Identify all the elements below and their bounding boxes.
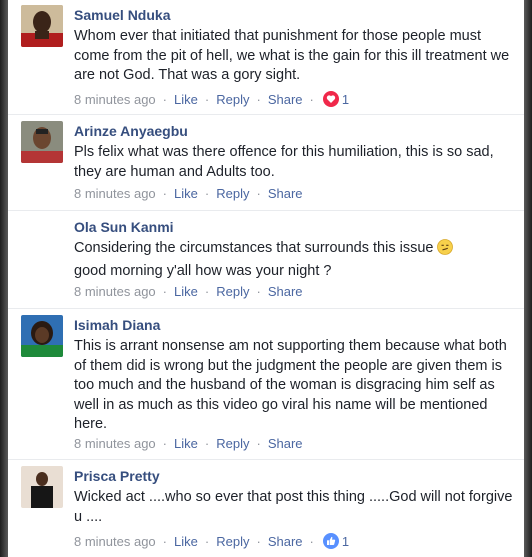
reply-link[interactable]: Reply — [216, 92, 249, 107]
comment-actions: 8 minutes ago · Like · Reply · Share · 1 — [74, 533, 349, 549]
separator: · — [256, 436, 261, 451]
avatar-image — [21, 5, 63, 47]
thumbs-up-icon — [322, 533, 339, 549]
like-link[interactable]: Like — [174, 92, 198, 107]
comment-actions: 8 minutes ago · Like · Reply · Share · 1 — [74, 91, 349, 107]
comment-text-line-2: good morning y'all how was your night ? — [74, 262, 332, 279]
reaction-count: 1 — [341, 533, 350, 549]
commenter-name[interactable]: Samuel Nduka — [74, 7, 170, 23]
separator: · — [162, 284, 168, 299]
background-edge-left — [0, 0, 8, 557]
comment-text: Considering the circumstances that surro… — [74, 240, 434, 256]
share-link[interactable]: Share — [268, 92, 303, 107]
divider — [8, 459, 524, 460]
share-link[interactable]: Share — [268, 436, 303, 451]
separator: · — [204, 186, 210, 201]
share-link[interactable]: Share — [268, 186, 303, 201]
comment-item: Samuel Nduka Whom ever that initiated th… — [8, 0, 524, 114]
separator: · — [204, 533, 210, 549]
timestamp[interactable]: 8 minutes ago — [74, 186, 156, 201]
timestamp[interactable]: 8 minutes ago — [74, 284, 156, 299]
comment-actions: 8 minutes ago · Like · Reply · Share — [74, 186, 303, 201]
background-edge-right — [524, 0, 532, 557]
avatar-image — [21, 466, 63, 508]
divider — [8, 210, 524, 211]
divider — [8, 308, 524, 309]
avatar[interactable] — [21, 466, 63, 508]
smirk-emoji-icon — [437, 239, 454, 262]
commenter-name[interactable]: Ola Sun Kanmi — [74, 219, 174, 235]
commenter-name[interactable]: Arinze Anyaegbu — [74, 123, 188, 139]
commenter-name[interactable]: Prisca Pretty — [74, 468, 160, 484]
reaction-summary[interactable]: 1 — [322, 533, 350, 549]
separator: · — [309, 91, 314, 107]
comment-item: Arinze Anyaegbu Pls felix what was there… — [8, 116, 524, 212]
comment-item: Prisca Pretty Wicked act ....who so ever… — [8, 461, 524, 557]
reply-link[interactable]: Reply — [216, 436, 249, 451]
like-link[interactable]: Like — [174, 284, 198, 299]
comment-text: Whom ever that initiated that punishment… — [74, 28, 510, 83]
avatar-image — [21, 121, 63, 163]
separator: · — [162, 186, 168, 201]
comment-text-block: Considering the circumstances that surro… — [74, 239, 514, 281]
like-link[interactable]: Like — [174, 186, 198, 201]
separator: · — [256, 91, 261, 107]
timestamp[interactable]: 8 minutes ago — [74, 534, 156, 549]
divider — [8, 114, 524, 115]
comments-panel: Samuel Nduka Whom ever that initiated th… — [8, 0, 524, 557]
timestamp[interactable]: 8 minutes ago — [74, 436, 156, 451]
separator: · — [256, 186, 261, 201]
avatar[interactable] — [21, 121, 63, 163]
separator: · — [204, 91, 210, 107]
comment-text: Wicked act ....who so ever that post thi… — [74, 489, 513, 525]
share-link[interactable]: Share — [268, 534, 303, 549]
share-link[interactable]: Share — [268, 284, 303, 299]
comment-item: Isimah Diana This is arrant nonsense am … — [8, 310, 524, 460]
heart-icon — [322, 91, 339, 107]
like-link[interactable]: Like — [174, 436, 198, 451]
timestamp[interactable]: 8 minutes ago — [74, 92, 156, 107]
separator: · — [162, 436, 168, 451]
separator: · — [204, 284, 210, 299]
reaction-count: 1 — [341, 91, 350, 107]
comment-text: Pls felix what was there offence for thi… — [74, 144, 494, 180]
avatar[interactable] — [21, 5, 63, 47]
separator: · — [204, 436, 210, 451]
comment-actions: 8 minutes ago · Like · Reply · Share — [74, 436, 303, 451]
separator: · — [162, 91, 168, 107]
separator: · — [162, 533, 168, 549]
separator: · — [256, 284, 261, 299]
commenter-name[interactable]: Isimah Diana — [74, 317, 160, 333]
avatar-image — [21, 315, 63, 357]
reply-link[interactable]: Reply — [216, 284, 249, 299]
comment-text: This is arrant nonsense am not supportin… — [74, 338, 507, 432]
comment-actions: 8 minutes ago · Like · Reply · Share — [74, 284, 303, 299]
reaction-summary[interactable]: 1 — [322, 91, 350, 107]
separator: · — [256, 533, 261, 549]
comment-item: Ola Sun Kanmi Considering the circumstan… — [8, 212, 524, 308]
avatar[interactable] — [21, 315, 63, 357]
separator: · — [309, 533, 314, 549]
like-link[interactable]: Like — [174, 534, 198, 549]
reply-link[interactable]: Reply — [216, 186, 249, 201]
reply-link[interactable]: Reply — [216, 534, 249, 549]
